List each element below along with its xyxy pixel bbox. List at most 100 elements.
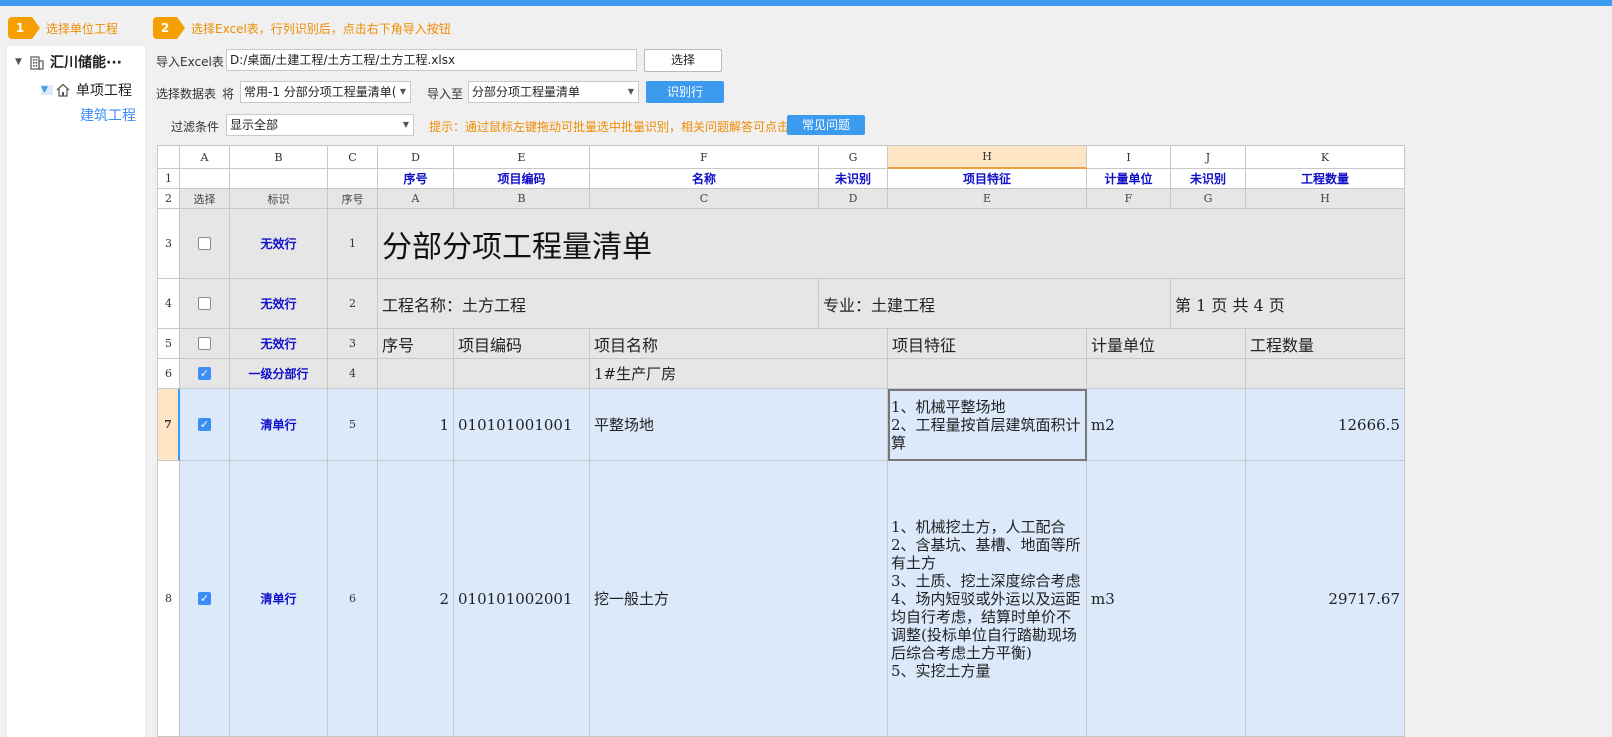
table-cell xyxy=(1087,359,1246,389)
step-1: 1 选择单位工程 xyxy=(8,17,118,39)
row-tag[interactable]: 无效行 xyxy=(230,209,328,279)
chevron-down-icon: ▼ xyxy=(627,87,634,96)
table-cell xyxy=(378,359,454,389)
tree-root-label: 汇川储能··· xyxy=(50,55,122,71)
item-no-cell: 1 xyxy=(378,389,454,461)
tree-child-label: 单项工程 xyxy=(76,83,132,99)
project-name-cell: 工程名称：土方工程 xyxy=(378,279,819,329)
filter-select-value: 显示全部 xyxy=(230,118,279,132)
sub-header: G xyxy=(1171,189,1246,209)
item-no-cell: 2 xyxy=(378,461,454,737)
section-name-cell: 1#生产厂房 xyxy=(590,359,888,389)
tree-node-root[interactable]: ▼ 汇川储能··· xyxy=(15,52,122,72)
mapping-cell[interactable] xyxy=(328,169,378,189)
choose-file-button[interactable]: 选择 xyxy=(644,49,722,72)
col-header-k[interactable]: K xyxy=(1246,145,1405,169)
item-quantity-cell: 29717.67 xyxy=(1246,461,1405,737)
col-header-b[interactable]: B xyxy=(230,145,328,169)
sub-header-tag: 标识 xyxy=(230,189,328,209)
col-header-g[interactable]: G xyxy=(819,145,888,169)
col-header-h[interactable]: H xyxy=(888,145,1087,169)
mapping-cell-unrecognized[interactable]: 未识别 xyxy=(819,169,888,189)
sub-header-select: 选择 xyxy=(180,189,230,209)
row-select-cell[interactable] xyxy=(180,329,230,359)
row-number-current[interactable]: 7 xyxy=(157,389,180,461)
file-path-input[interactable]: D:/桌面/土建工程/土方工程/土方工程.xlsx xyxy=(226,49,637,71)
step-2-text: 选择Excel表，行列识别后，点击右下角导入按钮 xyxy=(191,21,451,36)
item-quantity-cell: 12666.5 xyxy=(1246,389,1405,461)
table-cell: 项目名称 xyxy=(590,329,888,359)
grid-corner[interactable] xyxy=(157,145,180,169)
row-number[interactable]: 3 xyxy=(157,209,180,279)
row-number[interactable]: 6 xyxy=(157,359,180,389)
col-header-f[interactable]: F xyxy=(590,145,819,169)
row-number[interactable]: 1 xyxy=(157,169,180,189)
row-number[interactable]: 8 xyxy=(157,461,180,737)
row-checkbox[interactable] xyxy=(198,237,211,250)
mapping-cell-unit[interactable]: 计量单位 xyxy=(1087,169,1171,189)
row-seq: 5 xyxy=(328,389,378,461)
item-code-cell: 010101001001 xyxy=(454,389,590,461)
faq-button[interactable]: 常见问题 xyxy=(787,115,865,135)
table-cell xyxy=(454,359,590,389)
row-select-cell[interactable] xyxy=(180,209,230,279)
mapping-cell-name[interactable]: 名称 xyxy=(590,169,819,189)
col-header-e[interactable]: E xyxy=(454,145,590,169)
building-icon xyxy=(30,56,44,70)
row-checkbox-checked[interactable]: ✓ xyxy=(198,592,211,605)
filter-select[interactable]: 显示全部 ▼ xyxy=(226,114,414,136)
row-seq: 2 xyxy=(328,279,378,329)
col-header-j[interactable]: J xyxy=(1171,145,1246,169)
row-select-cell[interactable]: ✓ xyxy=(180,461,230,737)
col-header-a[interactable]: A xyxy=(180,145,230,169)
mapping-cell-quantity[interactable]: 工程数量 xyxy=(1246,169,1405,189)
mapping-cell[interactable] xyxy=(180,169,230,189)
row-tag[interactable]: 清单行 xyxy=(230,461,328,737)
row-select-cell[interactable]: ✓ xyxy=(180,359,230,389)
mapping-cell[interactable] xyxy=(230,169,328,189)
filter-label: 过滤条件 xyxy=(171,120,220,134)
row-select-cell[interactable]: ✓ xyxy=(180,389,230,461)
row-tag[interactable]: 无效行 xyxy=(230,329,328,359)
import-to-select[interactable]: 分部分项工程量清单 ▼ xyxy=(468,81,639,103)
import-to-label: 导入至 xyxy=(427,87,464,101)
table-cell: 项目特征 xyxy=(888,329,1087,359)
row-tag[interactable]: 清单行 xyxy=(230,389,328,461)
mapping-cell-unrecognized[interactable]: 未识别 xyxy=(1171,169,1246,189)
expand-caret-icon[interactable]: ▼ xyxy=(15,57,27,67)
sub-header: D xyxy=(819,189,888,209)
item-feature-cell: 1、机械挖土方，人工配合 2、含基坑、基槽、地面等所有土方 3、土质、挖土深度综… xyxy=(888,461,1087,737)
import-excel-label: 导入Excel表 xyxy=(156,55,224,69)
chevron-down-icon: ▼ xyxy=(399,87,406,96)
mapping-cell-code[interactable]: 项目编码 xyxy=(454,169,590,189)
sub-header: B xyxy=(454,189,590,209)
row-number[interactable]: 2 xyxy=(157,189,180,209)
col-header-i[interactable]: I xyxy=(1087,145,1171,169)
tree-node-single-project[interactable]: ▼ 单项工程 xyxy=(41,80,132,100)
chevron-down-icon: ▼ xyxy=(402,120,409,129)
sub-header-seq: 序号 xyxy=(328,189,378,209)
col-header-c[interactable]: C xyxy=(328,145,378,169)
item-feature-cell-focused[interactable]: 1、机械平整场地 2、工程量按首层建筑面积计算 xyxy=(888,389,1087,461)
row-select-cell[interactable] xyxy=(180,279,230,329)
mapping-cell-seq[interactable]: 序号 xyxy=(378,169,454,189)
major-cell: 专业：土建工程 xyxy=(819,279,1171,329)
sheet-select[interactable]: 常用-1 分部分项工程量清单( ▼ xyxy=(240,81,411,103)
tree-node-building[interactable]: 建筑工程 xyxy=(80,105,136,125)
mapping-cell-feature[interactable]: 项目特征 xyxy=(888,169,1087,189)
expand-caret-icon[interactable]: ▼ xyxy=(41,85,53,95)
row-checkbox[interactable] xyxy=(198,337,211,350)
row-checkbox-checked[interactable]: ✓ xyxy=(198,367,211,380)
hint-text: 提示：通过鼠标左键拖动可批量选中批量识别，相关问题解答可点击 xyxy=(429,120,790,134)
row-checkbox-checked[interactable]: ✓ xyxy=(198,418,211,431)
col-header-d[interactable]: D xyxy=(378,145,454,169)
row-number[interactable]: 5 xyxy=(157,329,180,359)
row-number[interactable]: 4 xyxy=(157,279,180,329)
table-cell: 工程数量 xyxy=(1246,329,1405,359)
row-checkbox[interactable] xyxy=(198,297,211,310)
row-tag[interactable]: 无效行 xyxy=(230,279,328,329)
sheet-title: 分部分项工程量清单 xyxy=(378,209,1405,279)
row-tag[interactable]: 一级分部行 xyxy=(230,359,328,389)
recognize-rows-button[interactable]: 识别行 xyxy=(646,81,724,103)
table-cell xyxy=(888,359,1087,389)
